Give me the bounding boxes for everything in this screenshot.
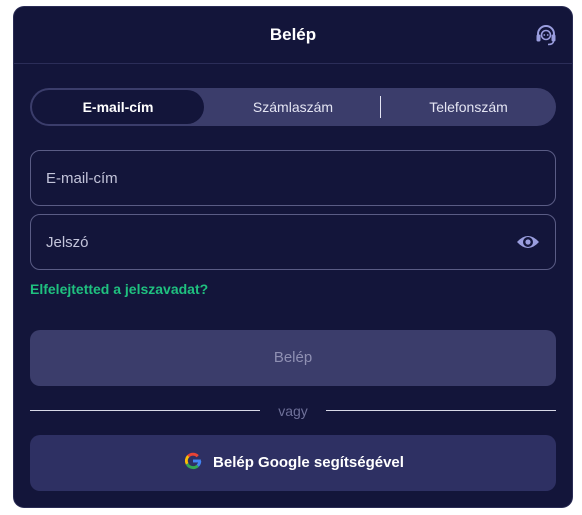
login-modal: Belép E-mail-cím Számlaszám Telefonszám … (14, 7, 572, 507)
tab-phone[interactable]: Telefonszám (381, 88, 556, 126)
or-divider: vagy (30, 403, 556, 419)
login-method-tabs: E-mail-cím Számlaszám Telefonszám (30, 88, 556, 126)
eye-icon[interactable] (516, 231, 540, 253)
google-login-label: Belép Google segítségével (213, 454, 404, 471)
tab-email[interactable]: E-mail-cím (32, 90, 204, 124)
email-input[interactable] (46, 151, 486, 205)
divider-label: vagy (278, 403, 308, 419)
google-icon (185, 452, 202, 470)
password-field (30, 214, 556, 270)
login-button[interactable]: Belép (30, 330, 556, 386)
modal-header: Belép (14, 7, 572, 64)
tab-account-number[interactable]: Számlaszám (206, 88, 380, 126)
headset-icon[interactable] (534, 23, 558, 47)
forgot-password-link[interactable]: Elfelejtetted a jelszavadat? (30, 281, 208, 297)
google-login-button[interactable]: Belép Google segítségével (30, 435, 556, 491)
password-input[interactable] (46, 215, 486, 269)
email-field (30, 150, 556, 206)
modal-title: Belép (269, 25, 317, 44)
divider-line-right (326, 410, 556, 411)
